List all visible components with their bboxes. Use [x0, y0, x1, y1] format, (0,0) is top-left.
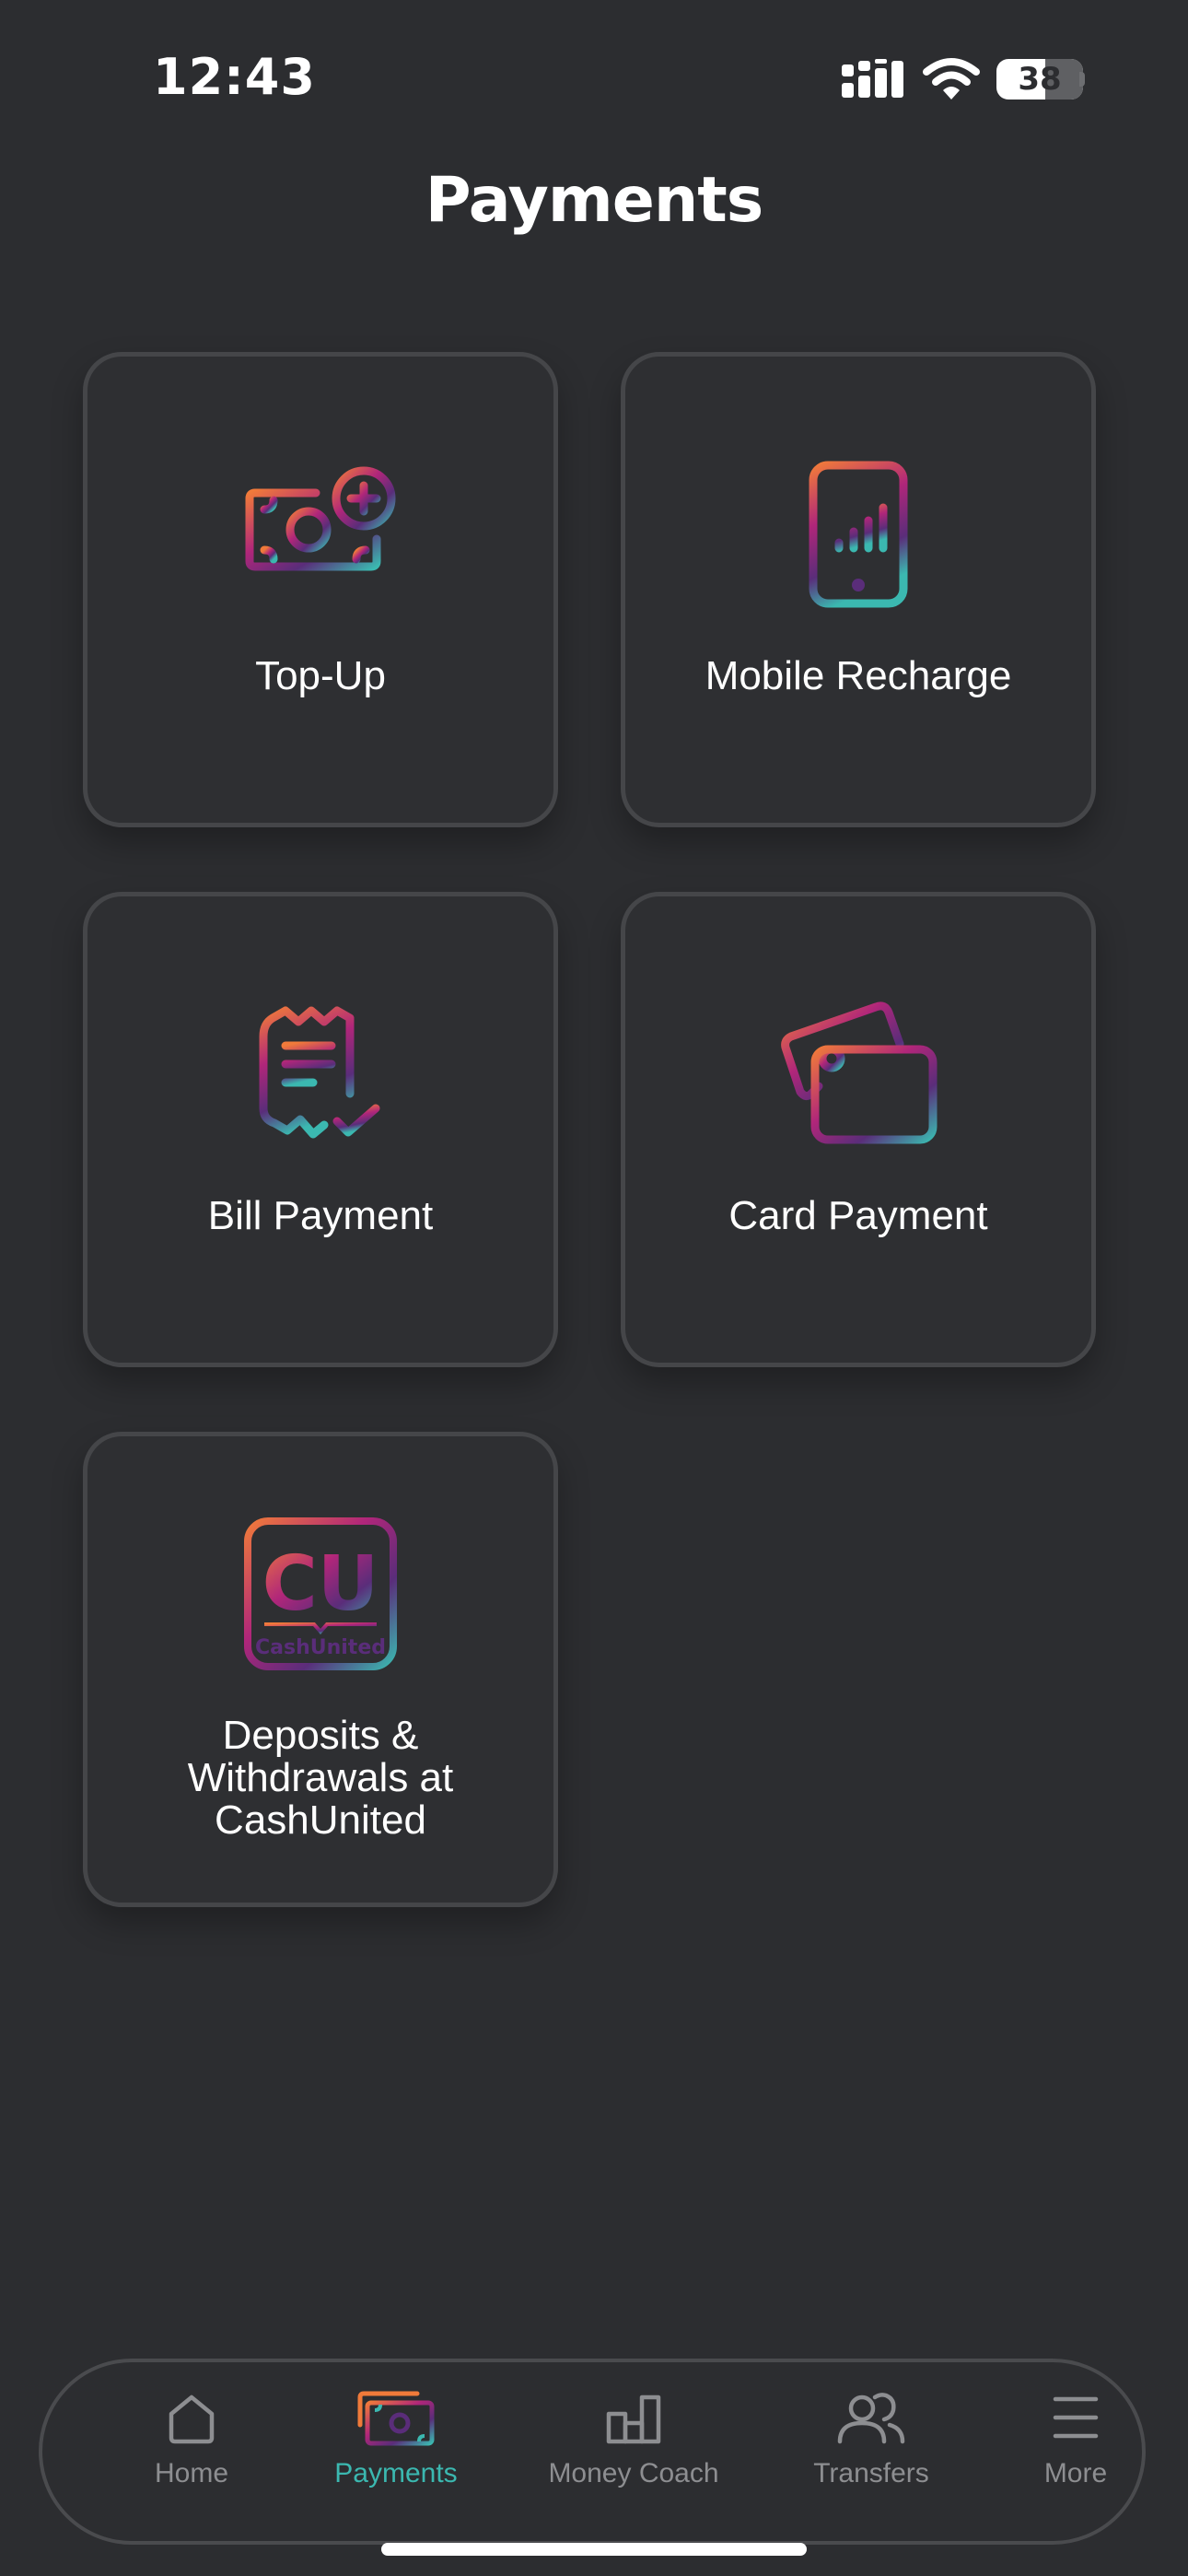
status-bar: 12:43 38 [0, 0, 1188, 157]
receipt-check-icon [256, 1005, 385, 1148]
tab-payments[interactable]: Payments [295, 2390, 497, 2510]
users-icon [836, 2390, 906, 2450]
tab-more-label: More [1043, 2458, 1108, 2488]
bill-payment-label: Bill Payment [207, 1193, 434, 1238]
status-time: 12:43 [153, 48, 316, 106]
tab-home-label: Home [154, 2458, 229, 2488]
bottom-tab-bar: Home Payments Money Coach Transfers More [39, 2359, 1146, 2545]
top-up-label: Top-Up [255, 653, 386, 698]
tab-money-coach-label: Money Coach [548, 2458, 719, 2488]
cash-plus-icon [242, 458, 399, 582]
tab-payments-label: Payments [334, 2458, 458, 2488]
page-title: Payments [425, 164, 764, 237]
mobile-phone-signal-icon [808, 460, 909, 614]
cashunited-logo-icon: CU CashUnited [242, 1516, 399, 1677]
card-payment-tile[interactable]: Card Payment [621, 892, 1096, 1367]
tab-home[interactable]: Home [90, 2390, 293, 2510]
cashunited-tile[interactable]: CU CashUnited Deposits & Withdrawals at … [83, 1432, 558, 1907]
tab-transfers[interactable]: Transfers [770, 2390, 973, 2510]
wifi-icon [921, 55, 982, 106]
top-up-tile[interactable]: Top-Up [83, 352, 558, 827]
cashunited-label: Deposits & Withdrawals at CashUnited [187, 1713, 454, 1843]
card-payment-label: Card Payment [728, 1193, 988, 1238]
cashunited-logo-text: CU [262, 1540, 379, 1628]
battery-tip [1079, 72, 1085, 87]
bill-payment-tile[interactable]: Bill Payment [83, 892, 558, 1367]
cellular-signal-icon [840, 59, 906, 104]
cashunited-logo-subtext: CashUnited [255, 1636, 386, 1659]
tab-transfers-label: Transfers [813, 2458, 929, 2488]
payments-icon [356, 2390, 436, 2452]
cards-icon [778, 996, 938, 1157]
home-indicator[interactable] [381, 2543, 807, 2556]
mobile-recharge-tile[interactable]: Mobile Recharge [621, 352, 1096, 827]
tab-more[interactable]: More [974, 2390, 1177, 2510]
battery-level: 38 [1018, 61, 1062, 98]
battery-icon: 38 [996, 59, 1083, 100]
tab-money-coach[interactable]: Money Coach [532, 2390, 735, 2510]
menu-icon [1050, 2390, 1101, 2450]
home-icon [164, 2390, 219, 2450]
bar-chart-icon [603, 2390, 664, 2450]
mobile-recharge-label: Mobile Recharge [705, 653, 1012, 698]
